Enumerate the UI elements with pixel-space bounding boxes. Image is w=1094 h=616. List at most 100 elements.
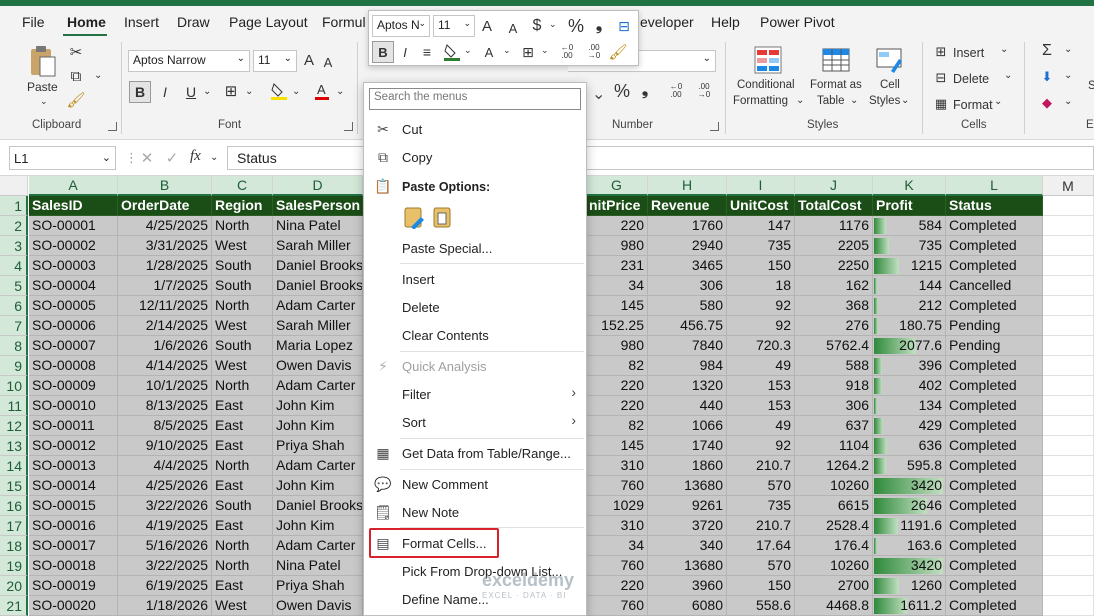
paste-label[interactable]: Paste bbox=[27, 80, 58, 94]
table-cell[interactable]: 10/1/2025 bbox=[118, 376, 212, 396]
tab-file[interactable]: File bbox=[22, 14, 45, 30]
table-cell[interactable]: Completed bbox=[946, 556, 1043, 576]
empty-cell[interactable] bbox=[1043, 496, 1094, 516]
empty-cell[interactable] bbox=[1043, 196, 1094, 216]
accounting-dropdown-icon[interactable]: ⌄ bbox=[592, 84, 605, 104]
table-cell[interactable]: 82 bbox=[586, 356, 648, 376]
table-cell[interactable]: Completed bbox=[946, 296, 1043, 316]
table-cell[interactable]: 180.75 bbox=[873, 316, 946, 336]
table-cell[interactable]: 306 bbox=[648, 276, 727, 296]
row-header[interactable]: 4 bbox=[0, 256, 28, 276]
underline-icon[interactable]: U bbox=[183, 81, 199, 103]
table-cell[interactable]: 2/14/2025 bbox=[118, 316, 212, 336]
table-cell[interactable]: 760 bbox=[586, 556, 648, 576]
chevron-down-icon[interactable]: ⌄ bbox=[549, 19, 557, 30]
table-cell[interactable]: West bbox=[212, 236, 273, 256]
table-cell[interactable]: SO-00017 bbox=[29, 536, 118, 556]
empty-cell[interactable] bbox=[1043, 256, 1094, 276]
row-header[interactable]: 2 bbox=[0, 216, 28, 236]
mini-wrap-text-icon[interactable]: ⊟ bbox=[615, 16, 633, 36]
table-cell[interactable]: 10260 bbox=[795, 556, 873, 576]
table-cell[interactable]: 49 bbox=[727, 416, 795, 436]
table-cell[interactable]: John Kim bbox=[273, 416, 363, 436]
tab-developer[interactable]: eveloper bbox=[640, 14, 694, 30]
empty-cell[interactable] bbox=[1043, 236, 1094, 256]
table-cell[interactable]: 13680 bbox=[648, 476, 727, 496]
table-cell[interactable]: Priya Shah bbox=[273, 436, 363, 456]
paste-default-icon[interactable] bbox=[402, 204, 426, 230]
table-cell[interactable]: North bbox=[212, 376, 273, 396]
delete-cells-label[interactable]: Delete bbox=[953, 72, 989, 86]
borders-dropdown-icon[interactable]: ⌄ bbox=[245, 86, 253, 97]
table-cell[interactable]: 17.64 bbox=[727, 536, 795, 556]
table-cell[interactable]: Completed bbox=[946, 376, 1043, 396]
table-cell[interactable]: 580 bbox=[648, 296, 727, 316]
table-cell[interactable]: Pending bbox=[946, 316, 1043, 336]
tab-power-pivot[interactable]: Power Pivot bbox=[760, 14, 835, 30]
table-cell[interactable]: 220 bbox=[586, 576, 648, 596]
copy-icon[interactable]: ⧉ bbox=[68, 68, 84, 85]
table-cell[interactable]: Owen Davis bbox=[273, 596, 363, 616]
table-cell[interactable]: SO-00008 bbox=[29, 356, 118, 376]
header-cell[interactable]: Revenue bbox=[648, 196, 727, 216]
row-header[interactable]: 8 bbox=[0, 336, 28, 356]
table-cell[interactable]: 163.6 bbox=[873, 536, 946, 556]
column-header-g[interactable]: G bbox=[586, 176, 648, 196]
column-header-h[interactable]: H bbox=[648, 176, 727, 196]
menu-item-get-data[interactable]: Get Data from Table/Range... bbox=[402, 446, 571, 461]
sort-filter-label-clipped[interactable]: S bbox=[1088, 80, 1094, 92]
table-cell[interactable]: 2205 bbox=[795, 236, 873, 256]
header-cell[interactable]: TotalCost bbox=[795, 196, 873, 216]
empty-cell[interactable] bbox=[1043, 356, 1094, 376]
table-cell[interactable]: 210.7 bbox=[727, 516, 795, 536]
table-cell[interactable]: 49 bbox=[727, 356, 795, 376]
table-cell[interactable]: 1260 bbox=[873, 576, 946, 596]
table-cell[interactable]: John Kim bbox=[273, 476, 363, 496]
table-cell[interactable]: 212 bbox=[873, 296, 946, 316]
select-all-corner[interactable] bbox=[0, 176, 28, 196]
table-cell[interactable]: 1320 bbox=[648, 376, 727, 396]
format-as-table-icon[interactable] bbox=[820, 44, 852, 76]
mini-increase-decimal-icon[interactable]: ←0.00 bbox=[557, 41, 577, 63]
table-cell[interactable]: 984 bbox=[648, 356, 727, 376]
table-cell[interactable]: 6/19/2025 bbox=[118, 576, 212, 596]
table-cell[interactable]: 1029 bbox=[586, 496, 648, 516]
table-cell[interactable]: North bbox=[212, 296, 273, 316]
row-header[interactable]: 21 bbox=[0, 596, 28, 616]
table-cell[interactable]: 153 bbox=[727, 396, 795, 416]
italic-icon[interactable]: I bbox=[157, 81, 173, 103]
table-cell[interactable]: 210.7 bbox=[727, 456, 795, 476]
table-cell[interactable]: 150 bbox=[727, 256, 795, 276]
table-cell[interactable]: Sarah Miller bbox=[273, 316, 363, 336]
menu-item-insert[interactable]: Insert bbox=[402, 272, 435, 287]
table-cell[interactable]: Completed bbox=[946, 356, 1043, 376]
chevron-down-icon[interactable]: ⌄ bbox=[901, 95, 909, 106]
menu-item-paste-special[interactable]: Paste Special... bbox=[402, 241, 492, 256]
row-header[interactable]: 10 bbox=[0, 376, 28, 396]
header-cell[interactable]: nitPrice bbox=[586, 196, 648, 216]
table-cell[interactable]: West bbox=[212, 356, 273, 376]
increase-font-icon[interactable]: A bbox=[301, 50, 317, 70]
clear-icon[interactable]: ◆ bbox=[1038, 94, 1056, 112]
table-cell[interactable]: SO-00018 bbox=[29, 556, 118, 576]
column-header-c[interactable]: C bbox=[212, 176, 273, 196]
increase-decimal-icon[interactable]: ←0.00 bbox=[666, 80, 686, 102]
table-cell[interactable]: 3960 bbox=[648, 576, 727, 596]
table-cell[interactable]: 1104 bbox=[795, 436, 873, 456]
table-cell[interactable]: 145 bbox=[586, 296, 648, 316]
table-cell[interactable]: SO-00019 bbox=[29, 576, 118, 596]
table-cell[interactable]: SO-00007 bbox=[29, 336, 118, 356]
table-cell[interactable]: 1264.2 bbox=[795, 456, 873, 476]
column-header-j[interactable]: J bbox=[795, 176, 873, 196]
header-cell[interactable]: UnitCost bbox=[727, 196, 795, 216]
mini-italic-icon[interactable]: I bbox=[398, 41, 412, 63]
table-cell[interactable]: Nina Patel bbox=[273, 556, 363, 576]
cell-styles-icon[interactable] bbox=[874, 44, 906, 76]
mini-increase-font-icon[interactable]: A bbox=[479, 16, 495, 36]
chevron-down-icon[interactable]: ⌄ bbox=[796, 95, 804, 106]
table-cell[interactable]: 3420 bbox=[873, 556, 946, 576]
table-cell[interactable]: SO-00002 bbox=[29, 236, 118, 256]
mini-align-center-icon[interactable]: ≡ bbox=[418, 41, 436, 63]
table-cell[interactable]: 145 bbox=[586, 436, 648, 456]
table-cell[interactable]: 144 bbox=[873, 276, 946, 296]
